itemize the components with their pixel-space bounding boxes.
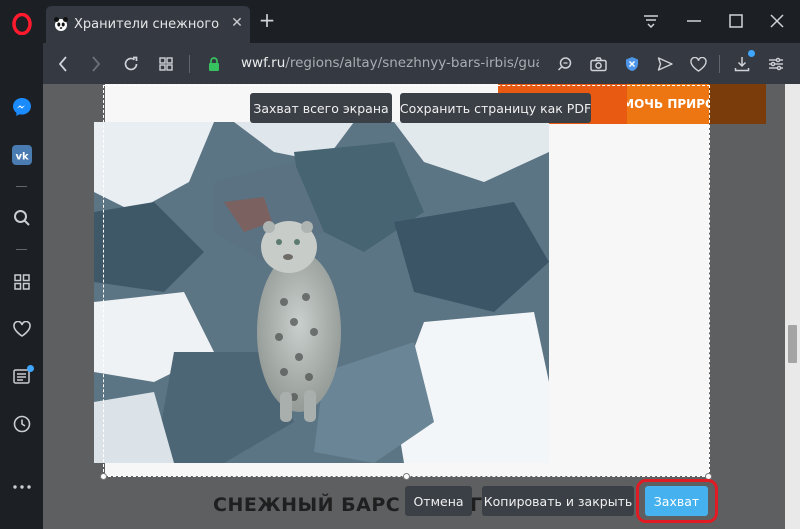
maximize-icon[interactable] [725, 10, 747, 32]
page-content: РКИ ПОМОЧЬ ПРИРОДЕ [43, 84, 785, 529]
resize-handle-bottom[interactable] [403, 473, 410, 480]
page-scrollbar[interactable] [785, 84, 800, 529]
sidebar-separator [16, 186, 27, 187]
close-window-icon[interactable] [766, 10, 788, 32]
svg-text:vk: vk [15, 151, 29, 162]
zoom-search-icon[interactable] [554, 53, 576, 75]
tab-menu-icon[interactable] [640, 10, 662, 32]
copy-and-close-button[interactable]: Копировать и закрыть [482, 486, 634, 516]
panda-favicon-icon [53, 16, 69, 32]
capture-full-screen-button[interactable]: Захват всего экрана [250, 93, 392, 123]
settings-icon[interactable] [765, 53, 787, 75]
active-tab[interactable]: Хранители снежного барса ✕ [46, 6, 250, 43]
address-toolbar: wwf.ru/regions/altay/snezhnyy-bars-irbis… [43, 43, 800, 84]
forward-icon[interactable] [85, 53, 107, 75]
reload-icon[interactable] [120, 53, 142, 75]
heart-icon[interactable] [687, 53, 709, 75]
save-page-as-pdf-button[interactable]: Сохранить страницу как PDF [400, 93, 591, 123]
tab-bar: Хранители снежного барса ✕ + [43, 0, 800, 43]
lock-icon[interactable] [203, 53, 225, 75]
heart-icon[interactable] [6, 313, 37, 344]
scrollbar-thumb[interactable] [788, 325, 797, 363]
highlight-ring [636, 479, 718, 523]
url-field[interactable]: wwf.ru/regions/altay/snezhnyy-bars-irbis… [241, 55, 539, 71]
sidebar: vk [0, 0, 43, 529]
messenger-icon[interactable] [6, 91, 37, 122]
sidebar-separator [16, 249, 27, 250]
camera-icon[interactable] [587, 53, 609, 75]
back-icon[interactable] [52, 53, 74, 75]
notification-dot [27, 365, 34, 372]
vk-icon[interactable]: vk [6, 139, 37, 170]
url-host: wwf.ru [241, 55, 286, 71]
capture-selection-area[interactable] [103, 85, 710, 477]
url-path: /regions/altay/snezhnyy-bars-irbis/guard… [285, 55, 539, 71]
toolbar-separator [719, 55, 720, 73]
resize-handle-bottom-left[interactable] [100, 473, 107, 480]
send-icon[interactable] [654, 53, 676, 75]
close-tab-icon[interactable]: ✕ [229, 15, 245, 31]
vpn-shield-icon[interactable] [621, 53, 643, 75]
speed-dial-icon[interactable] [6, 266, 37, 297]
search-icon[interactable] [6, 202, 37, 233]
new-tab-icon[interactable]: + [258, 10, 276, 30]
nav-link-dimmed [709, 84, 766, 124]
tabs-grid-icon[interactable] [155, 53, 177, 75]
opera-logo-icon[interactable] [6, 8, 37, 39]
tab-title: Хранители снежного барса [74, 17, 224, 32]
history-icon[interactable] [6, 408, 37, 439]
cancel-button[interactable]: Отмена [405, 486, 472, 516]
more-icon[interactable] [6, 471, 37, 502]
toolbar-separator [189, 55, 190, 73]
minimize-icon[interactable] [683, 10, 705, 32]
download-notification-dot [748, 50, 755, 57]
